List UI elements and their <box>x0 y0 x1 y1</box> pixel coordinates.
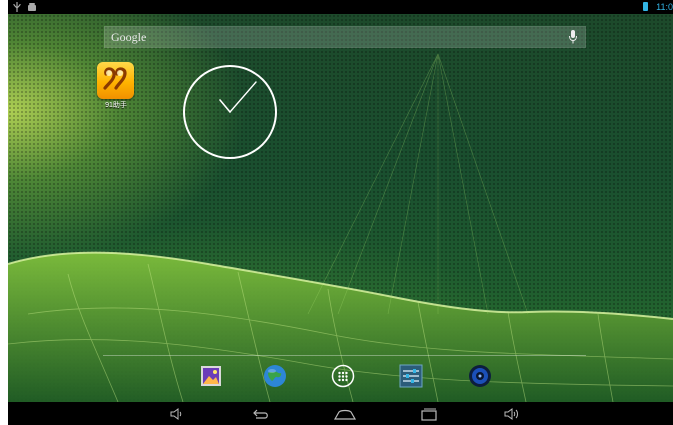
analog-clock-widget[interactable] <box>182 64 278 160</box>
91-assistant-icon <box>97 62 134 99</box>
gallery-icon[interactable] <box>199 364 223 388</box>
globe-icon[interactable] <box>263 364 287 388</box>
clock-hour-hand <box>219 99 231 113</box>
usb-icon <box>13 2 21 12</box>
home-icon[interactable] <box>332 405 358 423</box>
google-search-bar[interactable]: Google <box>104 26 586 48</box>
search-label: Google <box>111 30 147 44</box>
status-bar: 11:0 <box>8 0 673 14</box>
app-shortcut-91-assistant[interactable]: 91助手 <box>96 62 136 112</box>
settings-icon[interactable] <box>399 364 423 388</box>
android-debug-icon <box>28 3 36 11</box>
music-icon[interactable] <box>468 364 492 388</box>
app-label: 91助手 <box>105 102 127 109</box>
navigation-bar <box>8 402 673 425</box>
clock-minute-hand <box>229 81 257 113</box>
all-apps-icon[interactable] <box>331 364 355 388</box>
battery-icon <box>643 2 648 11</box>
volume-up-icon[interactable] <box>500 405 526 423</box>
android-screen: 11:0 Google 91助手 <box>0 0 673 425</box>
mic-icon[interactable] <box>568 29 578 45</box>
dock-divider <box>103 355 586 356</box>
back-icon[interactable] <box>247 405 273 423</box>
volume-down-icon[interactable] <box>164 405 190 423</box>
status-time: 11:0 <box>656 2 673 12</box>
recent-apps-icon[interactable] <box>416 405 442 423</box>
device-frame: 11:0 Google 91助手 <box>8 0 673 425</box>
